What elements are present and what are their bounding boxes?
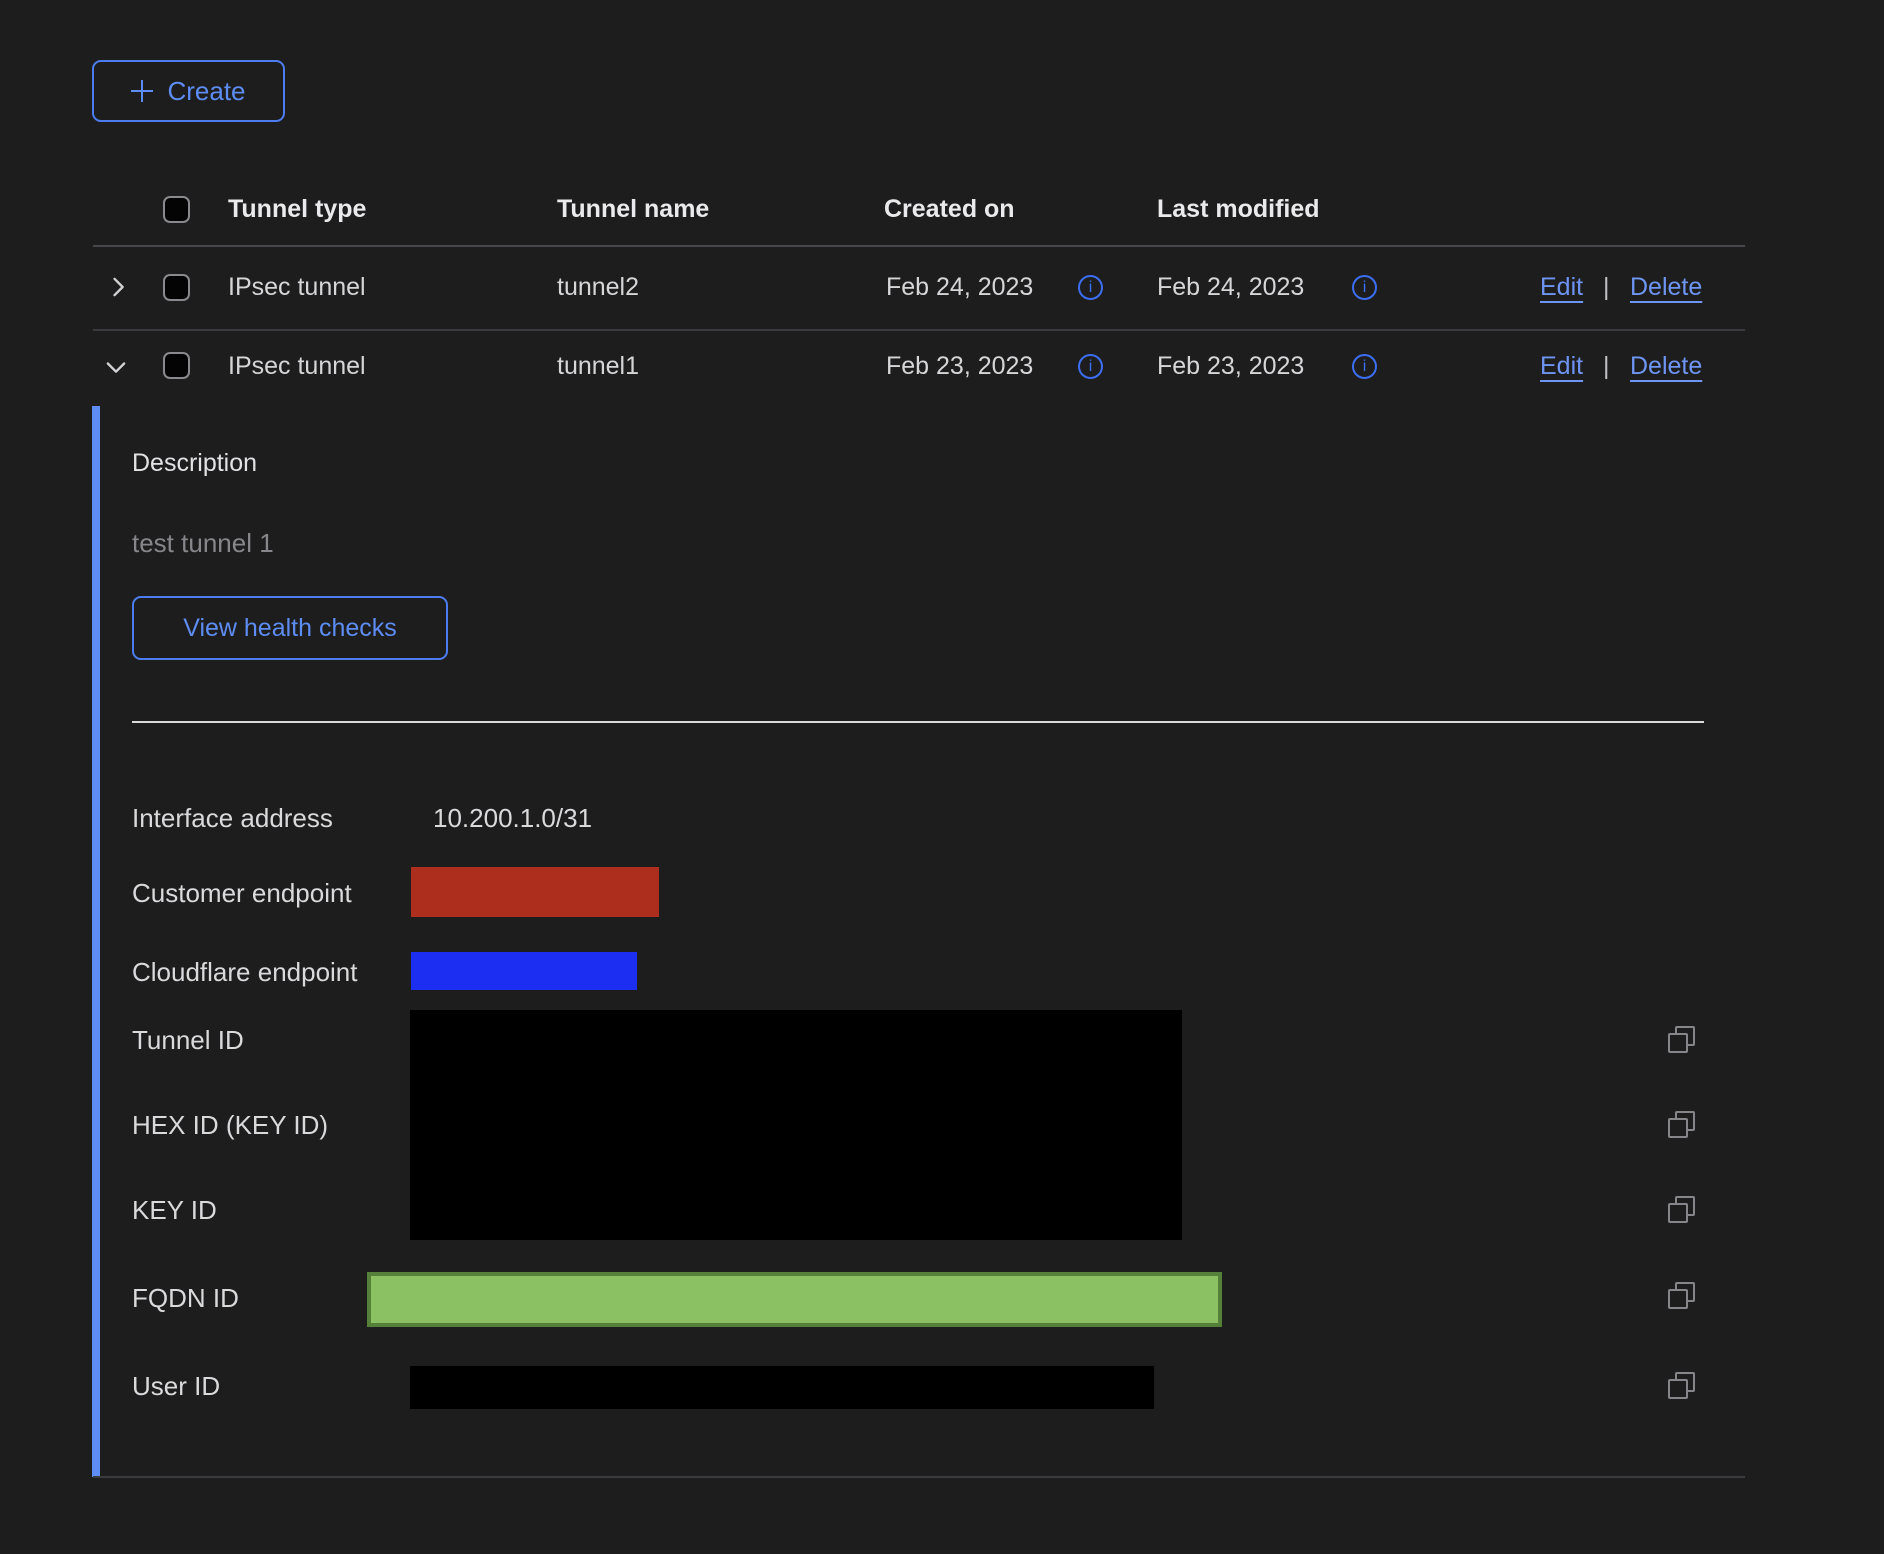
delete-link[interactable]: Delete: [1630, 272, 1702, 302]
last-modified-cell: Feb 24, 2023: [1157, 272, 1304, 302]
column-header-last-modified: Last modified: [1157, 194, 1320, 224]
key-id-label: KEY ID: [132, 1195, 217, 1226]
chevron-down-icon[interactable]: [102, 353, 130, 386]
edit-link[interactable]: Edit: [1540, 272, 1583, 302]
create-button-label: Create: [167, 76, 245, 107]
column-header-created-on: Created on: [884, 194, 1015, 224]
user-id-label: User ID: [132, 1371, 220, 1402]
plus-icon: [131, 80, 153, 102]
customer-endpoint-label: Customer endpoint: [132, 878, 352, 909]
copy-icon[interactable]: [1668, 1111, 1695, 1138]
user-id-redacted-value: [410, 1366, 1154, 1409]
copy-icon[interactable]: [1668, 1282, 1695, 1309]
row-checkbox[interactable]: [163, 352, 190, 379]
edit-link[interactable]: Edit: [1540, 351, 1583, 381]
tunnel-type-cell: IPsec tunnel: [228, 272, 366, 302]
row-divider: [93, 329, 1745, 331]
cloudflare-endpoint-label: Cloudflare endpoint: [132, 957, 358, 988]
last-modified-cell: Feb 23, 2023: [1157, 351, 1304, 381]
fqdn-id-label: FQDN ID: [132, 1283, 239, 1314]
hex-id-label: HEX ID (KEY ID): [132, 1110, 328, 1141]
action-separator: |: [1603, 351, 1610, 381]
cloudflare-endpoint-redacted-value: [411, 952, 637, 990]
created-on-cell: Feb 23, 2023: [886, 351, 1033, 381]
action-separator: |: [1603, 272, 1610, 302]
delete-link[interactable]: Delete: [1630, 351, 1702, 381]
interface-address-value: 10.200.1.0/31: [433, 803, 592, 834]
select-all-checkbox[interactable]: [163, 196, 190, 223]
create-button[interactable]: Create: [92, 60, 285, 122]
chevron-right-icon[interactable]: [104, 273, 132, 306]
panel-divider: [132, 721, 1704, 723]
column-header-tunnel-type: Tunnel type: [228, 194, 366, 224]
tunnel-type-cell: IPsec tunnel: [228, 351, 366, 381]
header-divider: [93, 245, 1745, 247]
description-label: Description: [132, 448, 257, 479]
tunnels-page: Create Tunnel type Tunnel name Created o…: [0, 0, 1884, 1554]
customer-endpoint-redacted-value: [411, 867, 659, 917]
expanded-row-indicator-bar: [92, 406, 100, 1477]
info-icon[interactable]: [1078, 275, 1103, 300]
copy-icon[interactable]: [1668, 1196, 1695, 1223]
copy-icon[interactable]: [1668, 1026, 1695, 1053]
tunnel-name-cell: tunnel1: [557, 351, 639, 381]
view-health-checks-label: View health checks: [183, 614, 397, 643]
table-bottom-divider: [93, 1476, 1745, 1478]
created-on-cell: Feb 24, 2023: [886, 272, 1033, 302]
tunnel-id-label: Tunnel ID: [132, 1025, 244, 1056]
fqdn-id-redacted-value: [367, 1272, 1222, 1327]
row-checkbox[interactable]: [163, 274, 190, 301]
view-health-checks-button[interactable]: View health checks: [132, 596, 448, 660]
info-icon[interactable]: [1078, 354, 1103, 379]
description-value: test tunnel 1: [132, 528, 274, 559]
tunnel-name-cell: tunnel2: [557, 272, 639, 302]
info-icon[interactable]: [1352, 275, 1377, 300]
interface-address-label: Interface address: [132, 803, 333, 834]
id-values-redacted-block: [410, 1010, 1182, 1240]
column-header-tunnel-name: Tunnel name: [557, 194, 709, 224]
copy-icon[interactable]: [1668, 1372, 1695, 1399]
info-icon[interactable]: [1352, 354, 1377, 379]
